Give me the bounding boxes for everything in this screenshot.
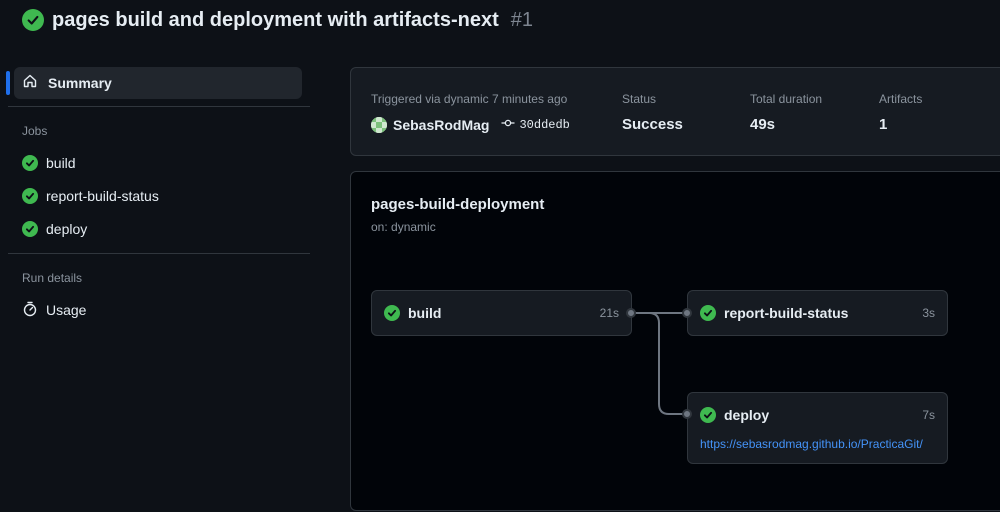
deployment-url-link[interactable]: https://sebasrodmag.github.io/PracticaGi…: [700, 437, 923, 451]
sidebar-item-label: deploy: [46, 221, 88, 237]
success-check-icon: [700, 305, 716, 321]
sidebar: Summary Jobs build report-build-status d…: [0, 60, 312, 504]
trigger-label: Triggered via dynamic 7 minutes ago: [371, 92, 568, 106]
sidebar-item-label: build: [46, 155, 76, 171]
trigger-info: Triggered via dynamic 7 minutes ago Seba…: [371, 92, 570, 134]
sidebar-item-usage[interactable]: Usage: [22, 299, 86, 321]
job-card-deploy[interactable]: deploy 7s https://sebasrodmag.github.io/…: [687, 392, 948, 464]
duration-label: Total duration: [750, 92, 823, 106]
job-duration: 3s: [922, 306, 935, 320]
sidebar-item-deploy[interactable]: deploy: [22, 218, 87, 240]
sidebar-item-label: report-build-status: [46, 188, 159, 204]
duration-value: 49s: [750, 116, 776, 133]
success-check-icon: [22, 9, 44, 31]
artifacts-label: Artifacts: [879, 92, 923, 106]
run-summary-box: Triggered via dynamic 7 minutes ago Seba…: [350, 67, 1000, 156]
success-check-icon: [700, 407, 716, 423]
connector-dot: [626, 308, 636, 318]
duration-info: Total duration 49s: [750, 92, 822, 134]
job-card-report-build-status[interactable]: report-build-status 3s: [687, 290, 948, 336]
avatar[interactable]: [371, 117, 387, 133]
run-header: pages build and deployment with artifact…: [22, 8, 533, 32]
status-info: Status Success: [622, 92, 683, 134]
job-duration: 7s: [922, 408, 935, 422]
success-check-icon: [384, 305, 400, 321]
job-name: report-build-status: [724, 305, 849, 321]
connector-dot: [682, 409, 692, 419]
sidebar-item-summary[interactable]: Summary: [14, 67, 302, 99]
jobs-section-label: Jobs: [22, 124, 48, 138]
success-check-icon: [22, 221, 38, 237]
sidebar-divider: [8, 106, 310, 107]
status-label: Status: [622, 92, 657, 106]
success-check-icon: [22, 188, 38, 204]
active-indicator: [6, 71, 10, 95]
job-name: build: [408, 305, 442, 321]
job-name: deploy: [724, 407, 770, 423]
success-check-icon: [22, 155, 38, 171]
artifacts-value[interactable]: 1: [879, 116, 922, 134]
commit-icon: [501, 118, 515, 132]
artifacts-info: Artifacts 1: [879, 92, 922, 134]
home-icon: [22, 73, 38, 94]
commit-sha: 30ddedb: [519, 118, 570, 132]
run-details-section-label: Run details: [22, 271, 83, 285]
workflow-graph: pages-build-deployment on: dynamic build…: [350, 171, 1000, 511]
job-card-build[interactable]: build 21s: [371, 290, 632, 336]
page-title: pages build and deployment with artifact…: [52, 8, 499, 31]
commit-link[interactable]: 30ddedb: [501, 118, 570, 132]
job-duration: 21s: [599, 306, 619, 320]
status-value: Success: [622, 116, 683, 133]
connector-dot: [682, 308, 692, 318]
actor-link[interactable]: SebasRodMag: [393, 117, 489, 133]
sidebar-item-report-build-status[interactable]: report-build-status: [22, 185, 159, 207]
sidebar-item-label: Usage: [46, 302, 87, 318]
stopwatch-icon: [22, 301, 38, 320]
run-number: #1: [510, 8, 533, 31]
sidebar-item-build[interactable]: build: [22, 152, 76, 174]
sidebar-item-label: Summary: [48, 75, 112, 91]
sidebar-divider: [8, 253, 310, 254]
